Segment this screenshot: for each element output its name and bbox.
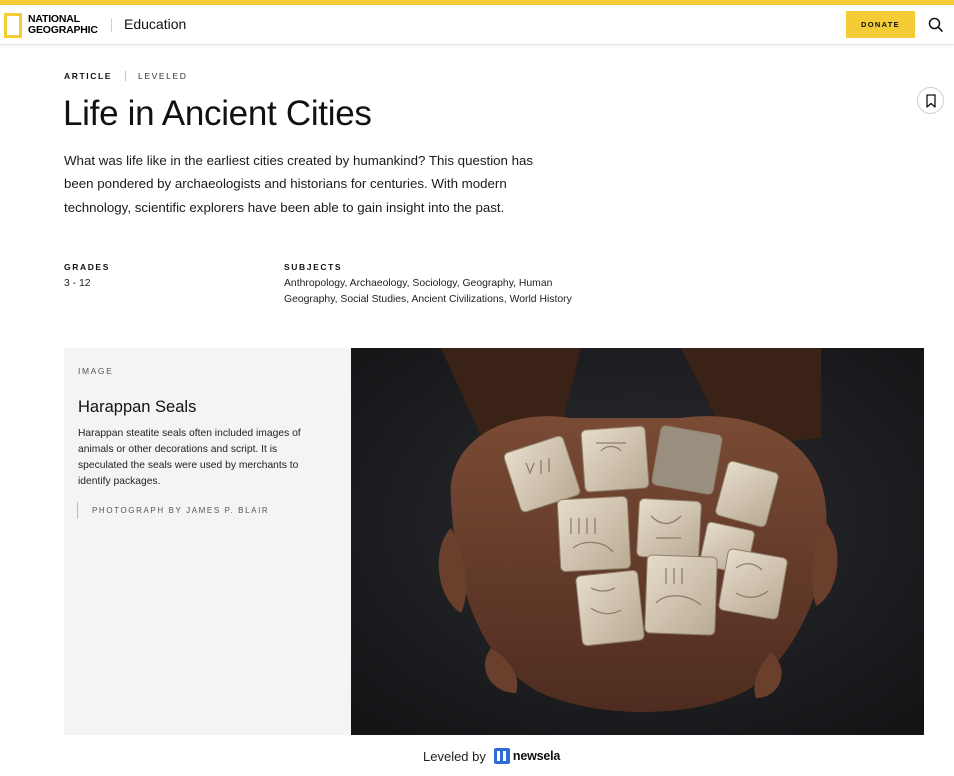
image-caption-panel: IMAGE Harappan Seals Harappan steatite s… [64, 348, 351, 735]
content-type-label: ARTICLE [64, 71, 113, 81]
leveled-label: LEVELED [138, 71, 188, 81]
image-description: Harappan steatite seals often included i… [78, 428, 301, 487]
section-link-education[interactable]: Education [124, 16, 186, 32]
site-header: NATIONAL GEOGRAPHIC Education DONATE [0, 5, 954, 45]
bookmark-button[interactable] [917, 87, 944, 114]
newsela-wordmark: newsela [512, 749, 561, 763]
header-divider [111, 18, 112, 32]
grades-value: 3 - 12 [64, 278, 91, 289]
newsela-logo-icon [493, 748, 510, 764]
leveled-by-label: Leveled by [423, 748, 486, 764]
page-title: Life in Ancient Cities [63, 94, 372, 133]
harappan-seals-photo[interactable] [351, 348, 924, 735]
subjects-value: Anthropology, Archaeology, Sociology, Ge… [284, 278, 572, 305]
image-title: Harappan Seals [78, 398, 197, 416]
leveled-by-credit: Leveled by newsela [423, 748, 560, 764]
grades-label: GRADES [64, 262, 110, 272]
logo-wordmark: NATIONAL GEOGRAPHIC [28, 14, 98, 36]
search-icon[interactable] [927, 16, 945, 34]
image-kicker: IMAGE [78, 366, 114, 376]
article-eyebrow: ARTICLE LEVELED [64, 71, 188, 81]
photo-credit: PHOTOGRAPH BY JAMES P. BLAIR [77, 502, 269, 519]
article-intro: What was life like in the earliest citie… [64, 153, 534, 215]
bookmark-icon [925, 93, 936, 108]
donate-button[interactable]: DONATE [846, 11, 915, 38]
subjects-label: SUBJECTS [284, 262, 343, 272]
newsela-logo[interactable]: newsela [493, 748, 561, 764]
image-figure: IMAGE Harappan Seals Harappan steatite s… [64, 348, 924, 735]
yellow-border-logo-icon [4, 12, 22, 38]
logo-line-2: GEOGRAPHIC [28, 24, 98, 36]
natgeo-logo[interactable]: NATIONAL GEOGRAPHIC [4, 12, 98, 38]
eyebrow-divider [125, 71, 127, 81]
